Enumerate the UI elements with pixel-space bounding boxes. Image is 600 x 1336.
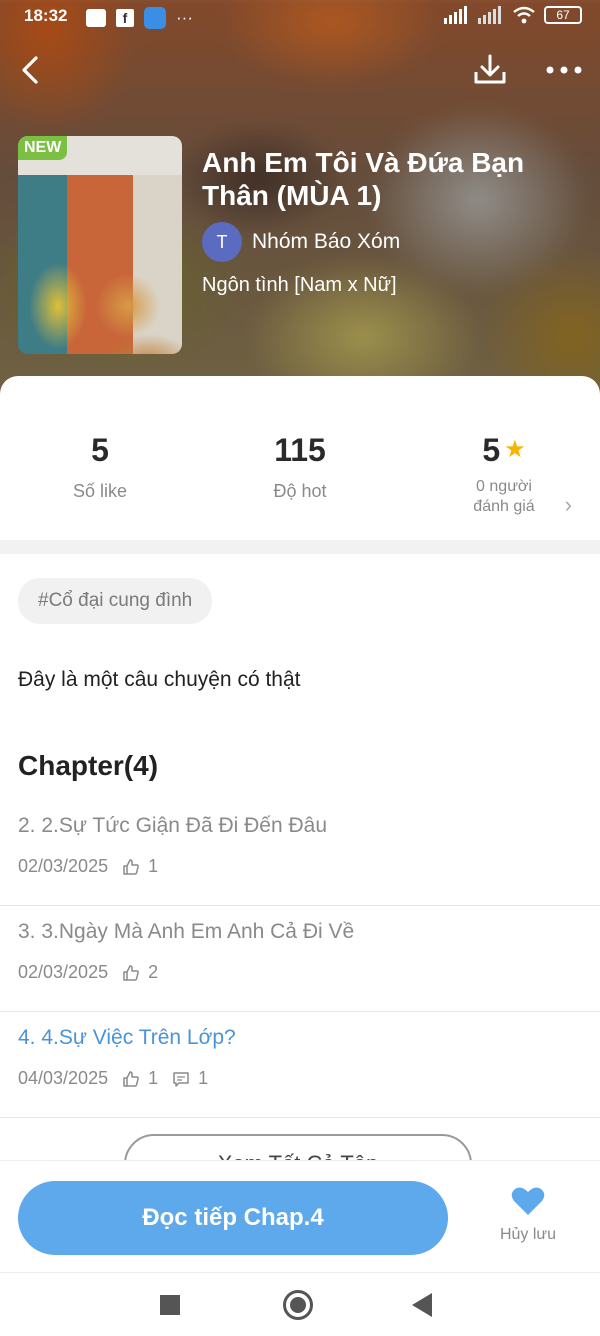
chapter-date: 02/03/2025 [18,962,109,982]
chapter-date: 04/03/2025 [18,1068,109,1088]
tag-chip[interactable]: #Cổ đại cung đình [18,578,213,624]
signal-icon [444,6,467,24]
thumbs-up-icon [123,964,139,981]
chapter-meta: 02/03/2025 1 [18,856,158,877]
chevron-right-icon[interactable]: › [565,492,572,518]
likes-stat: 5 Số like [0,432,200,502]
chevron-left-icon [22,56,38,84]
likes-label: Số like [72,481,128,501]
system-navigation-bar [0,1272,600,1336]
video-icon [86,9,106,27]
battery-indicator: 67 [544,6,582,24]
more-options-button[interactable] [542,48,586,92]
heart-icon [511,1187,545,1215]
hot-stat: 115 Độ hot [200,432,400,502]
chapters-heading: Chapter(4) [18,750,159,781]
cover-image[interactable] [18,136,182,354]
chapter-likes: 1 [122,1068,158,1089]
comment-icon [173,1071,189,1087]
status-right: 67 [444,6,582,24]
noveltoon-icon [144,7,166,29]
author-name[interactable]: Nhóm Báo Xóm [252,230,400,254]
notification-icons: f ··· [86,7,193,29]
rating-value: 5 [482,432,501,468]
status-bar: 18:32 f ··· 67 [0,0,600,34]
status-time: 18:32 [24,6,68,25]
chapter-title: 3. 3.Ngày Mà Anh Em Anh Cả Đi Về [18,920,355,943]
favorite-label: Hủy lưu [499,1226,557,1243]
more-dots-icon [546,66,582,74]
back-button[interactable] [10,48,54,92]
chapter-likes-count: 1 [148,856,159,876]
chapter-date: 02/03/2025 [18,856,109,876]
rating-value-row: 5 ★ [404,432,600,469]
home-button[interactable] [283,1290,313,1320]
hot-value: 115 [274,432,326,468]
favorite-button[interactable]: Hủy lưu [478,1185,578,1244]
story-description: Đây là một câu chuyện có thật [18,668,301,691]
stats-row: 5 Số like 115 Độ hot 5 ★ 0 người đánh giá [0,432,600,542]
thumbs-up-icon [123,1070,139,1087]
chapter-comments: 1 [172,1068,208,1089]
new-badge: NEW [18,136,68,160]
hot-label: Độ hot [273,481,327,501]
chapter-item[interactable]: 3. 3.Ngày Mà Anh Em Anh Cả Đi Về 02/03/2… [0,906,600,1012]
download-icon [474,54,506,84]
chapter-item[interactable]: 2. 2.Sự Tức Giận Đã Đi Đến Đâu 02/03/202… [0,800,600,906]
chapter-meta: 02/03/2025 2 [18,962,158,983]
chapter-likes-count: 2 [148,962,159,982]
signal-icon-secondary [478,6,501,24]
system-back-button[interactable] [412,1293,432,1317]
chapter-likes: 2 [122,962,158,983]
download-button[interactable] [468,48,512,92]
wifi-icon [513,6,535,24]
chapter-likes: 1 [122,856,158,877]
chapter-likes-count: 1 [148,1068,159,1088]
star-icon: ★ [504,436,526,463]
chapter-meta: 04/03/2025 1 1 [18,1068,208,1089]
likes-value: 5 [91,432,109,468]
genre-label: Ngôn tình [Nam x Nữ] [202,274,397,296]
continue-reading-button[interactable]: Đọc tiếp Chap.4 [18,1181,448,1255]
author-avatar[interactable]: T [202,222,242,262]
story-title: Anh Em Tôi Và Đứa Bạn Thân (MÙA 1) [202,147,525,211]
chapter-title: 4. 4.Sự Việc Trên Lớp? [18,1026,236,1049]
recents-button[interactable] [160,1295,180,1315]
chapter-comments-count: 1 [198,1068,209,1088]
thumbs-up-icon [123,858,139,875]
section-divider [0,540,600,554]
chapter-title: 2. 2.Sự Tức Giận Đã Đi Đến Đâu [18,814,328,837]
chapter-item-active[interactable]: 4. 4.Sự Việc Trên Lớp? 04/03/2025 1 1 [0,1012,600,1118]
facebook-icon: f [116,9,134,27]
author-row[interactable]: T Nhóm Báo Xóm [202,222,400,262]
more-notifications-text: ··· [176,8,193,27]
bottom-action-bar: Đọc tiếp Chap.4 Hủy lưu [0,1160,600,1272]
header-hero: 18:32 f ··· 67 NEW Anh Em Tôi Và Đứa Bạn… [0,0,600,400]
